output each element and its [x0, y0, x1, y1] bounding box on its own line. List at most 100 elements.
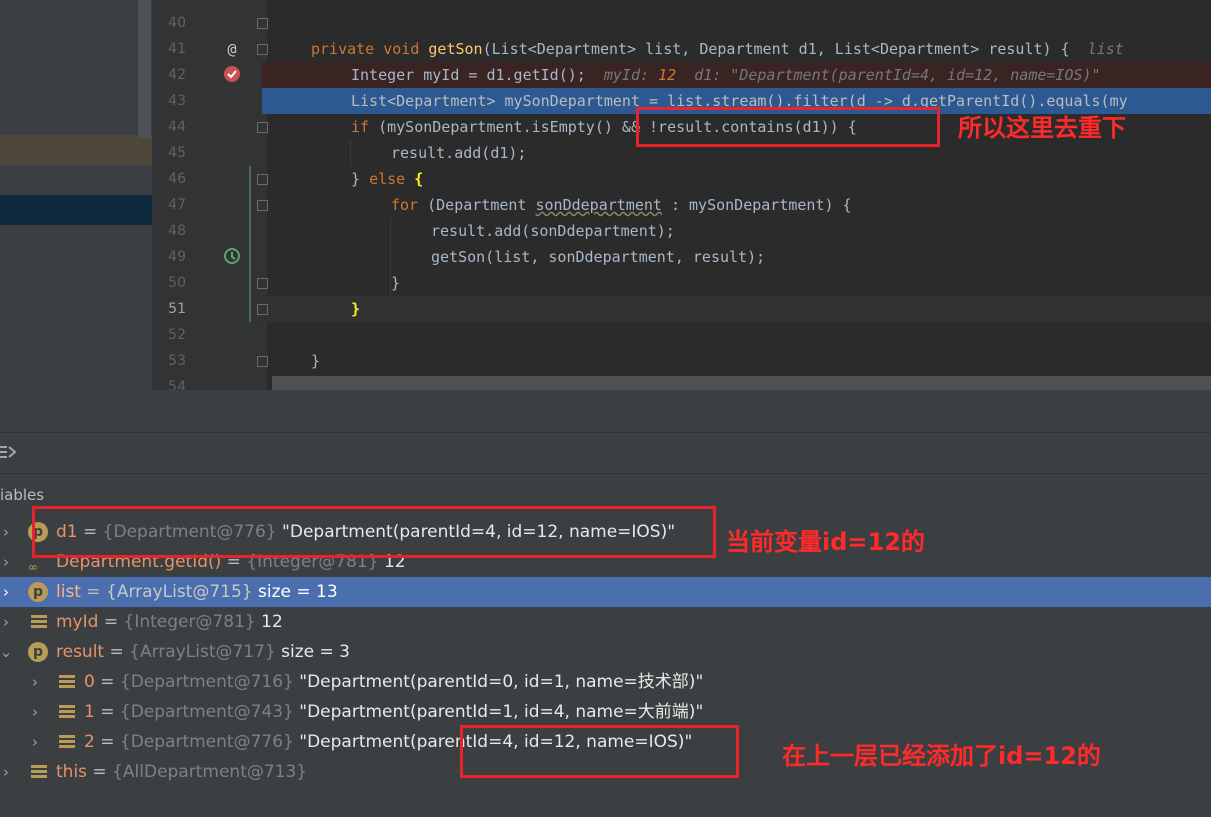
fold-marker-icon[interactable] [257, 174, 268, 185]
keyword: else [369, 170, 406, 188]
inline-debug-value: myId: [603, 66, 659, 84]
chevron-right-icon[interactable]: › [28, 727, 42, 757]
recursive-call-icon[interactable] [222, 247, 242, 267]
method-name: getSon [428, 40, 483, 58]
project-panel-row[interactable] [0, 135, 152, 165]
variable-name: 2 [84, 732, 95, 752]
code-line-46[interactable]: } else { [351, 166, 423, 192]
variable-child-row[interactable]: › 0 = {Department@716} "Department(paren… [0, 667, 1211, 697]
code-line-42[interactable]: Integer myId = d1.getId(); myId: 12 d1: … [351, 62, 1101, 88]
array-element-icon [59, 705, 75, 719]
variable-value: size = 13 [258, 582, 338, 602]
variable-name: 0 [84, 672, 95, 692]
debugger-tabs-bar [0, 433, 1211, 474]
code-text: } [351, 170, 370, 188]
line-number-current: 51 [168, 301, 186, 317]
variables-header: iables [0, 486, 45, 504]
fold-marker-icon[interactable] [257, 356, 268, 367]
chevron-right-icon[interactable]: › [0, 607, 13, 637]
variable-row[interactable]: › myId = {Integer@781} 12 [0, 607, 1211, 637]
chevron-right-icon[interactable]: › [0, 757, 13, 787]
code-line-47[interactable]: for (Department sonDdepartment : mySonDe… [391, 192, 852, 218]
vcs-change-marker[interactable] [249, 166, 251, 322]
variable-value: "Department(parentId=0, id=1, name=技术部)" [299, 672, 704, 692]
editor-horizontal-scrollbar[interactable] [272, 376, 1211, 390]
keyword: private [311, 40, 375, 58]
inline-debug-number: 12 [658, 66, 677, 84]
chevron-right-icon[interactable]: › [28, 697, 42, 727]
local-variable-icon [31, 615, 47, 629]
code-line-53[interactable]: } [311, 348, 320, 374]
variable-name: 1 [84, 702, 95, 722]
code-line-49[interactable]: getSon(list, sonDdepartment, result); [431, 244, 765, 270]
line-number: 42 [168, 67, 186, 83]
variable-name: myId [56, 612, 99, 632]
variable-child-row[interactable]: › 1 = {Department@743} "Department(paren… [0, 697, 1211, 727]
inline-debug-value: d1: "Department(parentId=4, id=12, name=… [694, 66, 1101, 84]
fold-marker-icon[interactable] [257, 122, 268, 133]
chevron-right-icon[interactable]: › [0, 547, 13, 577]
array-element-icon [59, 735, 75, 749]
line-number: 47 [168, 197, 186, 213]
line-number: 46 [168, 171, 186, 187]
field-badge-icon: p [28, 642, 48, 662]
chevron-right-icon[interactable]: › [0, 577, 13, 607]
variable-value: 12 [261, 612, 283, 632]
method-signature: (List<Department> list, Department d1, L… [482, 40, 1070, 58]
caret-line-highlight [262, 296, 1211, 322]
variable-ref: {ArrayList@717} [129, 642, 276, 662]
fold-marker-icon[interactable] [257, 18, 268, 29]
chevron-right-icon[interactable]: › [0, 517, 13, 547]
annotation-note-already-added: 在上一层已经添加了id=12的 [782, 742, 1101, 770]
line-number: 49 [168, 249, 186, 265]
code-line-50[interactable]: } [391, 270, 400, 296]
variable-ref: {Department@743} [119, 702, 294, 722]
debugger-toolbar [0, 390, 1211, 433]
variable-value: size = 3 [281, 642, 351, 662]
code-line-45[interactable]: result.add(d1); [391, 140, 526, 166]
project-panel [0, 0, 152, 390]
breakpoint-icon[interactable] [222, 65, 242, 85]
annotation-box-already-added [460, 725, 739, 778]
field-badge-icon: p [28, 582, 48, 602]
keyword: void [383, 40, 420, 58]
keyword: for [391, 196, 419, 214]
line-number: 44 [168, 119, 186, 135]
variable-name: result [56, 642, 105, 662]
variable-name: list [56, 582, 81, 602]
annotation-box-dedup [636, 107, 940, 147]
local-variable-icon [31, 765, 47, 779]
variable-row[interactable]: ⌄ p result = {ArrayList@717} size = 3 [0, 637, 1211, 667]
fold-marker-icon[interactable] [257, 200, 268, 211]
code-editor[interactable]: 40 41 42 43 44 45 46 47 48 49 50 51 52 5… [0, 0, 1211, 390]
line-number: 40 [168, 15, 186, 31]
annotation-note-dedup: 所以这里去重下 [958, 114, 1126, 142]
annotation-box-current-var [32, 506, 716, 558]
typo-variable: sonDdepartment [535, 196, 662, 214]
fold-marker-icon[interactable] [257, 304, 268, 315]
code-line-48[interactable]: result.add(sonDdepartment); [431, 218, 675, 244]
variable-ref: {Integer@781} [123, 612, 256, 632]
variable-ref: {Department@776} [119, 732, 294, 752]
variable-ref: {ArrayList@715} [106, 582, 253, 602]
chevron-down-icon[interactable]: ⌄ [0, 637, 13, 667]
chevron-right-icon[interactable]: › [28, 667, 42, 697]
code-text: : mySonDepartment) { [661, 196, 852, 214]
line-number: 53 [168, 353, 186, 369]
fold-marker-icon[interactable] [257, 44, 268, 55]
code-text: (Department [418, 196, 536, 214]
line-number: 52 [168, 327, 186, 343]
variable-ref: {Department@716} [119, 672, 294, 692]
line-number: 45 [168, 145, 186, 161]
project-panel-scrollbar[interactable] [138, 0, 151, 138]
matched-brace: { [414, 170, 424, 188]
code-line-41[interactable]: private void getSon(List<Department> lis… [311, 36, 1124, 62]
code-text: Integer myId = d1.getId(); [351, 66, 586, 84]
variable-row-selected[interactable]: › p list = {ArrayList@715} size = 13 [0, 577, 1211, 607]
annotation-note-current-var: 当前变量id=12的 [726, 528, 925, 556]
override-marker-icon[interactable]: @ [222, 39, 242, 59]
project-panel-selected-row[interactable] [0, 195, 152, 225]
layout-settings-icon[interactable] [0, 444, 17, 460]
code-line-51[interactable]: } [351, 296, 360, 322]
fold-marker-icon[interactable] [257, 278, 268, 289]
